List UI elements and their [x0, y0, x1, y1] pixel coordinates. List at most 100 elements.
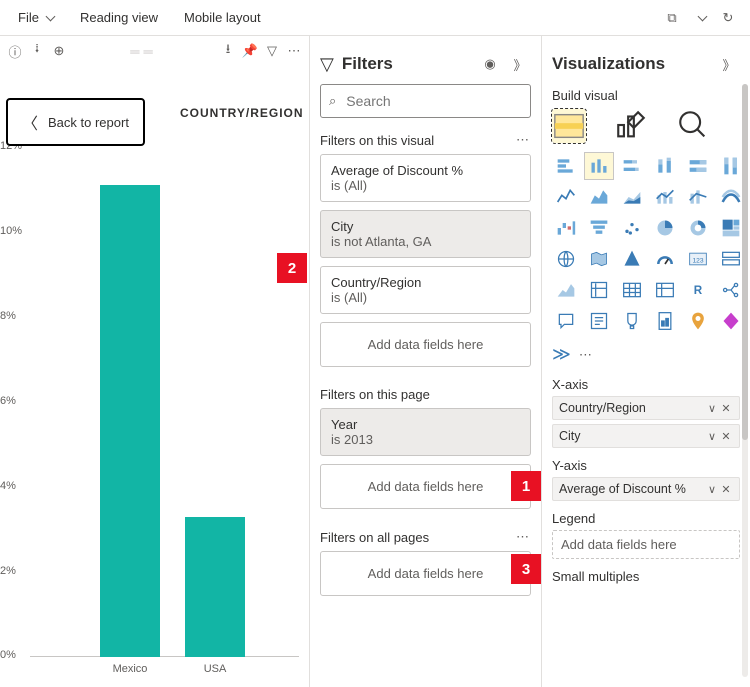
- grip-icon[interactable]: ══: [72, 44, 215, 59]
- viz-100-bar-icon[interactable]: [684, 153, 712, 179]
- more-icon[interactable]: ⋯: [579, 347, 592, 363]
- viz-table-icon[interactable]: [618, 277, 646, 303]
- menu-reading-view[interactable]: Reading view: [70, 4, 168, 31]
- viz-line-column-icon[interactable]: [651, 184, 679, 210]
- chart-baseline: [30, 656, 299, 657]
- viz-azure-map-icon[interactable]: [618, 246, 646, 272]
- ytick: 6%: [0, 395, 16, 407]
- viz-r-icon[interactable]: R: [684, 277, 712, 303]
- collapse-icon[interactable]: 》: [718, 55, 740, 74]
- filter-card-country[interactable]: Country/Region is (All): [320, 266, 531, 314]
- export-icon[interactable]: ⭳: [219, 40, 237, 62]
- filter-dropzone-all[interactable]: Add data fields here: [320, 551, 531, 596]
- legend-label: Legend: [552, 511, 740, 526]
- small-multiples-label: Small multiples: [552, 569, 740, 584]
- viz-stacked-column-icon[interactable]: [651, 153, 679, 179]
- xcat: Mexico: [95, 663, 165, 675]
- yaxis-pill-discount[interactable]: Average of Discount % ∨ ✕: [552, 477, 740, 501]
- format-visual-mode[interactable]: [614, 109, 648, 143]
- filter-card-city[interactable]: City is not Atlanta, GA: [320, 210, 531, 258]
- viz-funnel-icon[interactable]: [585, 215, 613, 241]
- viz-goals-icon[interactable]: [618, 308, 646, 334]
- chevron-down-icon[interactable]: ∨: [705, 402, 719, 415]
- viz-scatter-icon[interactable]: [618, 215, 646, 241]
- menu-mobile-layout[interactable]: Mobile layout: [174, 4, 271, 31]
- filter-icon[interactable]: ▽: [263, 43, 281, 59]
- viz-qa-icon[interactable]: [552, 308, 580, 334]
- viz-waterfall-icon[interactable]: [552, 215, 580, 241]
- chart-toolbar: ⓘ ⭭ ⊕ ══ ⭳ 📌 ▽ ⋯: [0, 36, 309, 66]
- chevron-down-icon[interactable]: [686, 10, 714, 25]
- viz-clustered-column-icon[interactable]: [585, 153, 613, 179]
- remove-icon[interactable]: ✕: [719, 483, 733, 496]
- bar-chart[interactable]: 0% 2% 4% 6% 8% 10% 12% Mexico USA: [0, 154, 299, 677]
- viz-stacked-area-icon[interactable]: [618, 184, 646, 210]
- legend-dropzone[interactable]: Add data fields here: [552, 530, 740, 559]
- viz-card-icon[interactable]: 123: [684, 246, 712, 272]
- drill-down-icon[interactable]: ⭭: [28, 40, 46, 62]
- filter-card-year[interactable]: Year is 2013: [320, 408, 531, 456]
- viz-gauge-icon[interactable]: [651, 246, 679, 272]
- chart-title-fragment: COUNTRY/REGION: [180, 106, 304, 120]
- filters-search-input[interactable]: [344, 92, 529, 110]
- more-icon[interactable]: ⋯: [285, 43, 303, 59]
- menubar: File Reading view Mobile layout ⧉ ↻: [0, 0, 750, 36]
- more-icon[interactable]: ⋯: [516, 132, 531, 148]
- viz-narrative-icon[interactable]: [585, 308, 613, 334]
- viz-powerapps-icon[interactable]: [717, 308, 745, 334]
- filter-card-discount[interactable]: Average of Discount % is (All): [320, 154, 531, 202]
- chevron-down-icon: [43, 10, 54, 25]
- viz-paginated-icon[interactable]: [651, 308, 679, 334]
- viz-pie-icon[interactable]: [651, 215, 679, 241]
- viz-decomposition-icon[interactable]: [717, 277, 745, 303]
- more-icon[interactable]: ⋯: [516, 529, 531, 545]
- chevron-down-icon[interactable]: ∨: [705, 430, 719, 443]
- build-visual-mode[interactable]: [552, 109, 586, 143]
- ytick: 8%: [0, 310, 16, 322]
- viz-filled-map-icon[interactable]: [585, 246, 613, 272]
- viz-stacked-bar-icon[interactable]: [552, 153, 580, 179]
- viz-multi-card-icon[interactable]: [717, 246, 745, 272]
- viz-arcgis-icon[interactable]: [684, 308, 712, 334]
- bar-mexico[interactable]: [100, 185, 160, 657]
- viz-matrix-icon[interactable]: [651, 277, 679, 303]
- drill-up-icon[interactable]: ⓘ: [6, 42, 24, 61]
- back-to-report-button[interactable]: 〈 Back to report: [6, 98, 145, 146]
- viz-scrollbar[interactable]: [742, 84, 748, 677]
- pin-icon[interactable]: 📌: [241, 43, 259, 59]
- viz-map-icon[interactable]: [552, 246, 580, 272]
- menu-file[interactable]: File: [8, 4, 64, 31]
- viz-kpi-icon[interactable]: [552, 277, 580, 303]
- filter-dropzone-visual[interactable]: Add data fields here: [320, 322, 531, 367]
- viz-line-icon[interactable]: [552, 184, 580, 210]
- chevron-down-icon[interactable]: ∨: [705, 483, 719, 496]
- viz-automate-icon[interactable]: ≫: [552, 344, 571, 365]
- viz-ribbon-icon[interactable]: [717, 184, 745, 210]
- viz-slicer-icon[interactable]: [585, 277, 613, 303]
- viz-line-stacked-icon[interactable]: [684, 184, 712, 210]
- visualization-gallery: 123 R: [552, 153, 740, 334]
- viz-treemap-icon[interactable]: [717, 215, 745, 241]
- bar-usa[interactable]: [185, 517, 245, 657]
- copy-icon[interactable]: ⧉: [658, 10, 686, 26]
- remove-icon[interactable]: ✕: [719, 430, 733, 443]
- xaxis-pill-country[interactable]: Country/Region ∨ ✕: [552, 396, 740, 420]
- viz-100-column-icon[interactable]: [717, 153, 745, 179]
- expand-icon[interactable]: ⊕: [50, 43, 68, 59]
- viz-title: Visualizations: [552, 54, 718, 74]
- section-page-title: Filters on this page: [320, 387, 430, 402]
- remove-icon[interactable]: ✕: [719, 402, 733, 415]
- filter-dropzone-page[interactable]: Add data fields here: [320, 464, 531, 509]
- analytics-mode[interactable]: [676, 109, 710, 143]
- collapse-icon[interactable]: 》: [509, 55, 531, 74]
- xaxis-pill-city[interactable]: City ∨ ✕: [552, 424, 740, 448]
- refresh-icon[interactable]: ↻: [714, 10, 742, 26]
- menu-file-label: File: [18, 10, 39, 25]
- viz-area-icon[interactable]: [585, 184, 613, 210]
- filters-search[interactable]: ⌕: [320, 84, 531, 118]
- viz-donut-icon[interactable]: [684, 215, 712, 241]
- viz-stacked-bar-h-icon[interactable]: [618, 153, 646, 179]
- ytick: 0%: [0, 649, 16, 661]
- xaxis-label: X-axis: [552, 377, 740, 392]
- eye-icon[interactable]: ◉: [479, 56, 501, 72]
